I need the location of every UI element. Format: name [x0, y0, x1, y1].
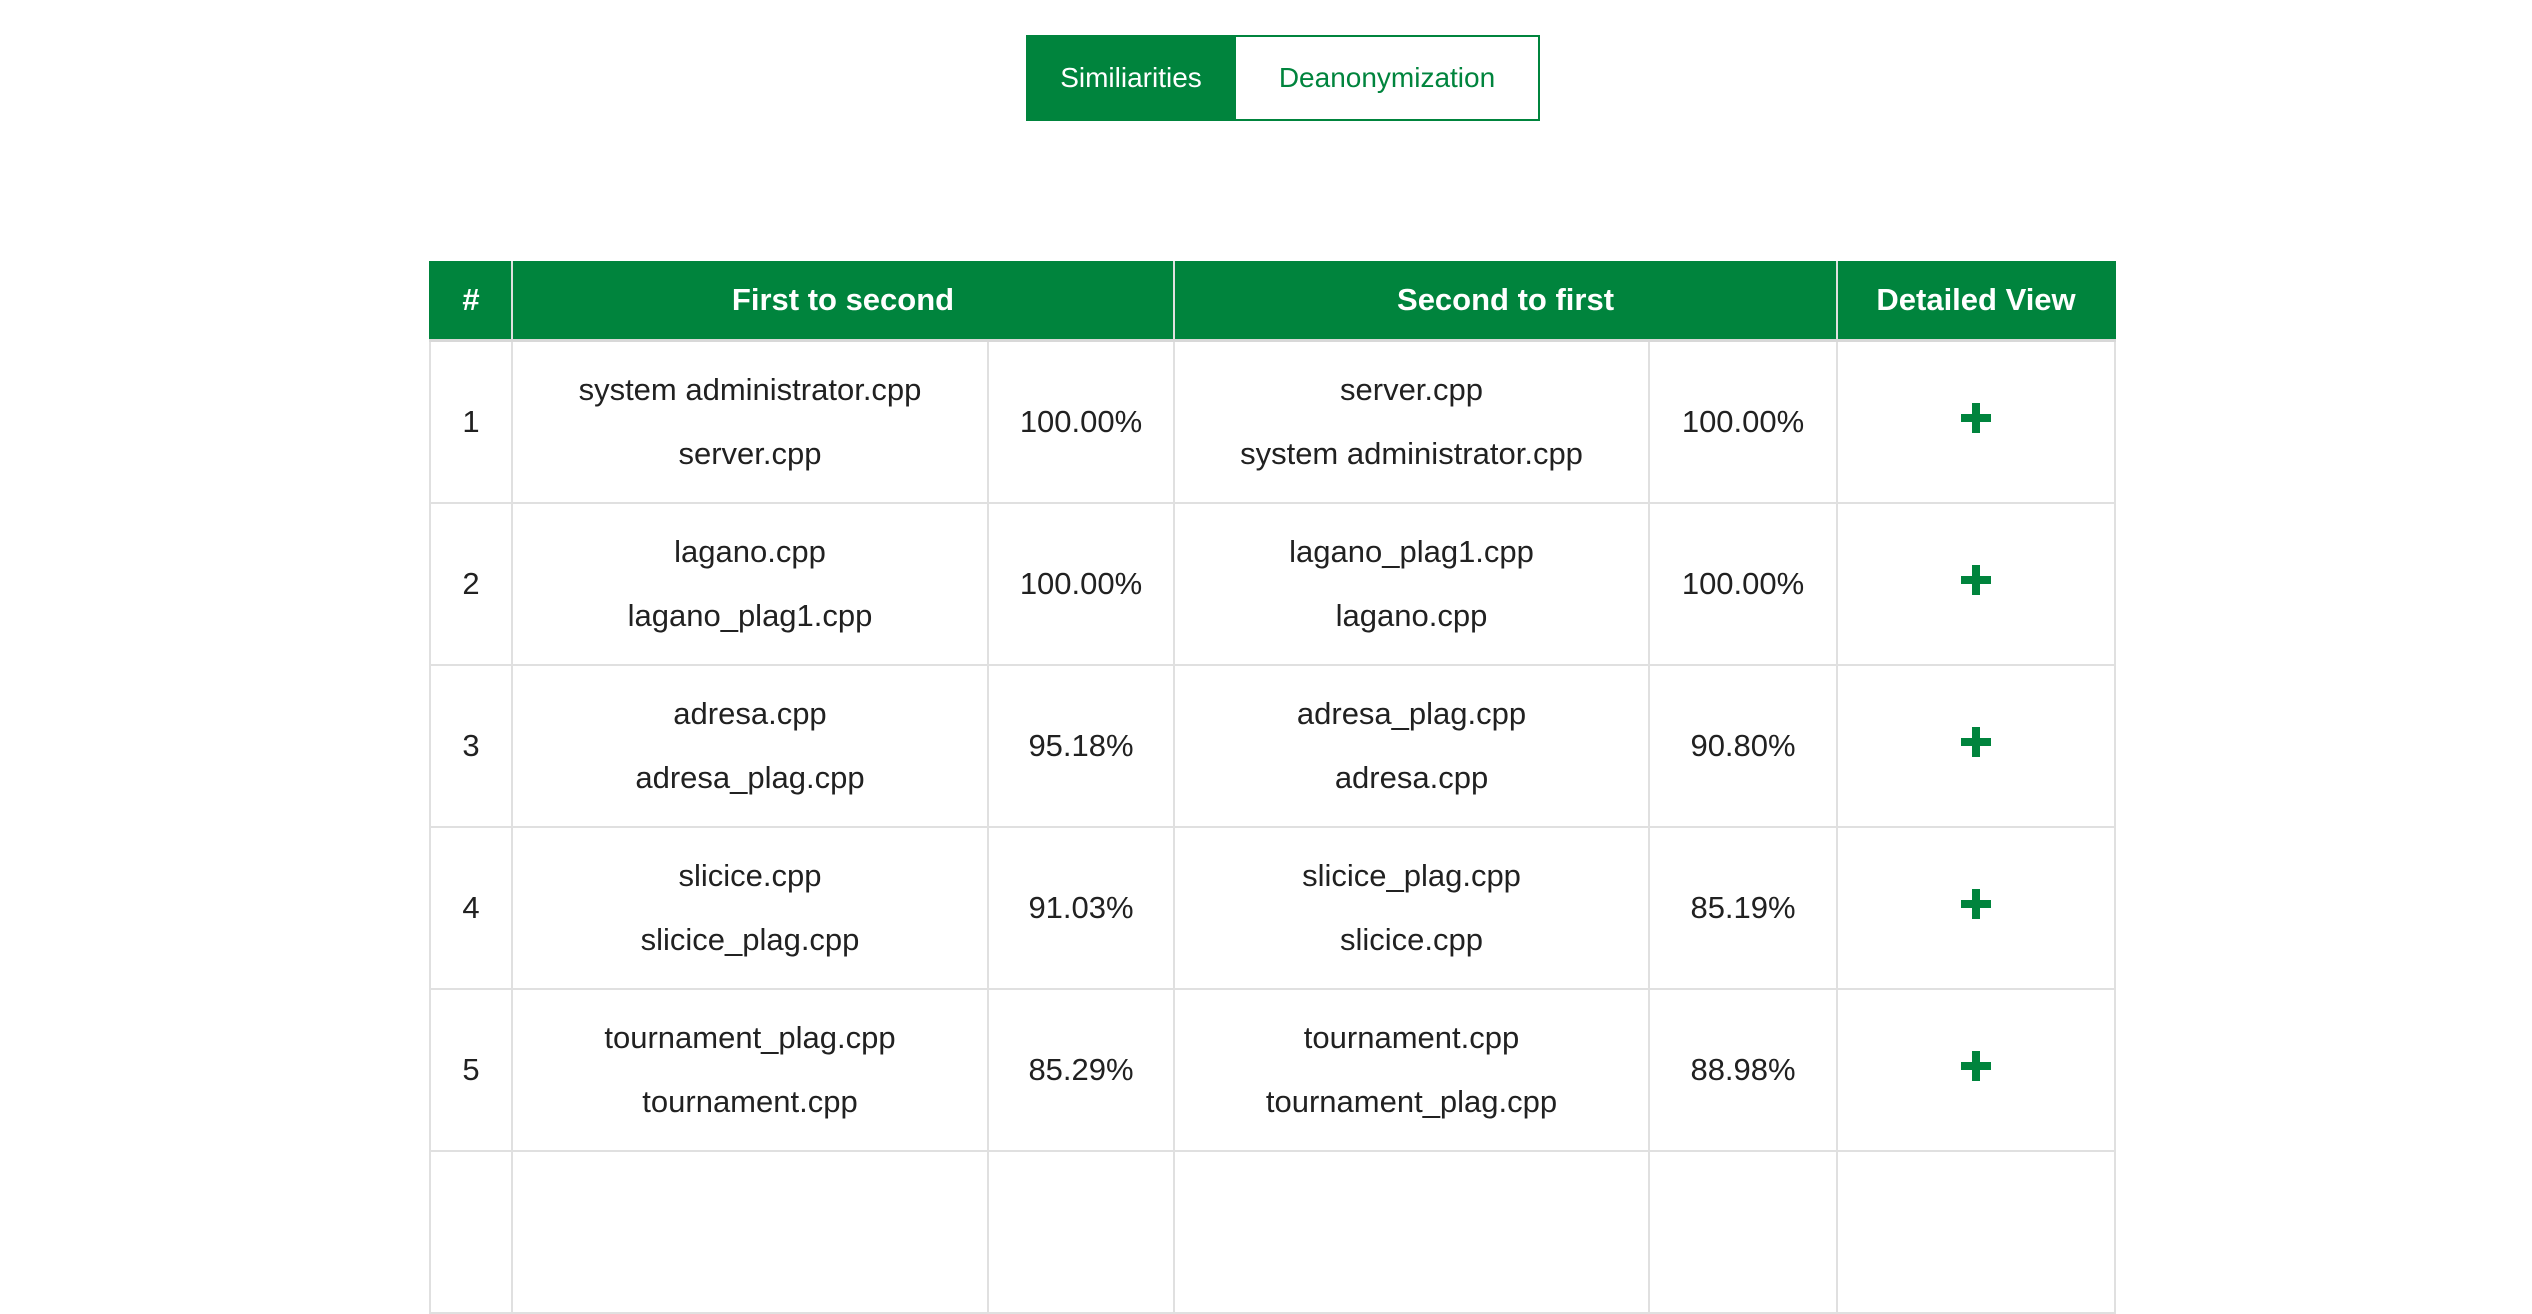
- table-row: 1 system administrator.cpp server.cpp 10…: [429, 339, 2117, 504]
- header-first-to-second: First to second: [510, 261, 1176, 342]
- second-to-first-file-b: tournament_plag.cpp: [1265, 1084, 1558, 1119]
- first-to-second-file-b: server.cpp: [678, 436, 822, 471]
- second-to-first-files: tournament.cpp tournament_plag.cpp: [1173, 988, 1651, 1152]
- row-index: 5: [429, 988, 513, 1152]
- table-row: [429, 1150, 2117, 1314]
- detailed-view-cell: [1836, 826, 2117, 990]
- second-to-first-percentage: 100.00%: [1648, 502, 1839, 666]
- first-to-second-file-a: adresa.cpp: [673, 696, 827, 731]
- detailed-view-cell: [1836, 502, 2117, 666]
- header-index: #: [429, 261, 513, 342]
- similarity-table: # First to second Second to first Detail…: [429, 261, 2117, 1314]
- tab-similarities[interactable]: Similiarities: [1026, 35, 1236, 121]
- table-row: 4 slicice.cpp slicice_plag.cpp 91.03% sl…: [429, 826, 2117, 990]
- first-to-second-files: slicice.cpp slicice_plag.cpp: [511, 826, 989, 990]
- view-tabs: Similiarities Deanonymization: [1026, 35, 1540, 121]
- tab-deanonymization[interactable]: Deanonymization: [1236, 35, 1540, 121]
- second-to-first-files: slicice_plag.cpp slicice.cpp: [1173, 826, 1651, 990]
- first-to-second-file-a: slicice.cpp: [678, 858, 822, 893]
- plus-icon[interactable]: [1961, 565, 1992, 595]
- first-to-second-files: lagano.cpp lagano_plag1.cpp: [511, 502, 989, 666]
- second-to-first-files: lagano_plag1.cpp lagano.cpp: [1173, 502, 1651, 666]
- first-to-second-percentage: 100.00%: [986, 339, 1176, 504]
- plus-icon[interactable]: [1961, 1051, 1992, 1081]
- first-to-second-file-a: tournament_plag.cpp: [604, 1020, 896, 1055]
- plus-icon[interactable]: [1961, 727, 1992, 757]
- second-to-first-file-b: lagano.cpp: [1335, 598, 1488, 633]
- second-to-first-file-a: server.cpp: [1340, 372, 1484, 407]
- first-to-second-file-b: lagano_plag1.cpp: [627, 598, 873, 633]
- detailed-view-cell: [1836, 988, 2117, 1152]
- first-to-second-files: system administrator.cpp server.cpp: [511, 339, 989, 504]
- second-to-first-percentage: [1648, 1150, 1839, 1314]
- second-to-first-file-b: system administrator.cpp: [1240, 436, 1583, 471]
- second-to-first-file-a: tournament.cpp: [1303, 1020, 1520, 1055]
- first-to-second-file-a: lagano.cpp: [674, 534, 826, 569]
- table-body: 1 system administrator.cpp server.cpp 10…: [429, 339, 2117, 1314]
- row-index: 4: [429, 826, 513, 990]
- first-to-second-file-b: adresa_plag.cpp: [635, 760, 865, 795]
- first-to-second-file-a: system administrator.cpp: [578, 372, 922, 407]
- first-to-second-files: tournament_plag.cpp tournament.cpp: [511, 988, 989, 1152]
- second-to-first-percentage: 85.19%: [1648, 826, 1839, 990]
- second-to-first-file-b: adresa.cpp: [1334, 760, 1489, 795]
- row-index: 2: [429, 502, 513, 666]
- header-second-to-first: Second to first: [1173, 261, 1839, 342]
- plus-icon[interactable]: [1961, 889, 1992, 919]
- second-to-first-files: [1173, 1150, 1651, 1314]
- first-to-second-file-b: slicice_plag.cpp: [640, 922, 860, 957]
- second-to-first-file-a: lagano_plag1.cpp: [1289, 534, 1534, 569]
- second-to-first-file-a: slicice_plag.cpp: [1302, 858, 1521, 893]
- row-index: [429, 1150, 513, 1314]
- row-index: 3: [429, 664, 513, 828]
- table-row: 2 lagano.cpp lagano_plag1.cpp 100.00% la…: [429, 502, 2117, 666]
- table-header-row: # First to second Second to first Detail…: [429, 261, 2117, 342]
- row-index: 1: [429, 339, 513, 504]
- second-to-first-files: server.cpp system administrator.cpp: [1173, 339, 1651, 504]
- plus-icon[interactable]: [1961, 403, 1992, 433]
- detailed-view-cell: [1836, 664, 2117, 828]
- second-to-first-percentage: 90.80%: [1648, 664, 1839, 828]
- second-to-first-percentage: 88.98%: [1648, 988, 1839, 1152]
- header-detailed-view: Detailed View: [1836, 261, 2117, 342]
- detailed-view-cell: [1836, 339, 2117, 504]
- first-to-second-percentage: 95.18%: [986, 664, 1176, 828]
- first-to-second-percentage: 91.03%: [986, 826, 1176, 990]
- second-to-first-files: adresa_plag.cpp adresa.cpp: [1173, 664, 1651, 828]
- first-to-second-files: [511, 1150, 989, 1314]
- detailed-view-cell: [1836, 1150, 2117, 1314]
- first-to-second-file-b: tournament.cpp: [642, 1084, 858, 1119]
- second-to-first-file-b: slicice.cpp: [1340, 922, 1484, 957]
- first-to-second-files: adresa.cpp adresa_plag.cpp: [511, 664, 989, 828]
- first-to-second-percentage: 85.29%: [986, 988, 1176, 1152]
- first-to-second-percentage: 100.00%: [986, 502, 1176, 666]
- second-to-first-percentage: 100.00%: [1648, 339, 1839, 504]
- first-to-second-percentage: [986, 1150, 1176, 1314]
- second-to-first-file-a: adresa_plag.cpp: [1296, 696, 1527, 731]
- table-row: 5 tournament_plag.cpp tournament.cpp 85.…: [429, 988, 2117, 1152]
- table-row: 3 adresa.cpp adresa_plag.cpp 95.18% adre…: [429, 664, 2117, 828]
